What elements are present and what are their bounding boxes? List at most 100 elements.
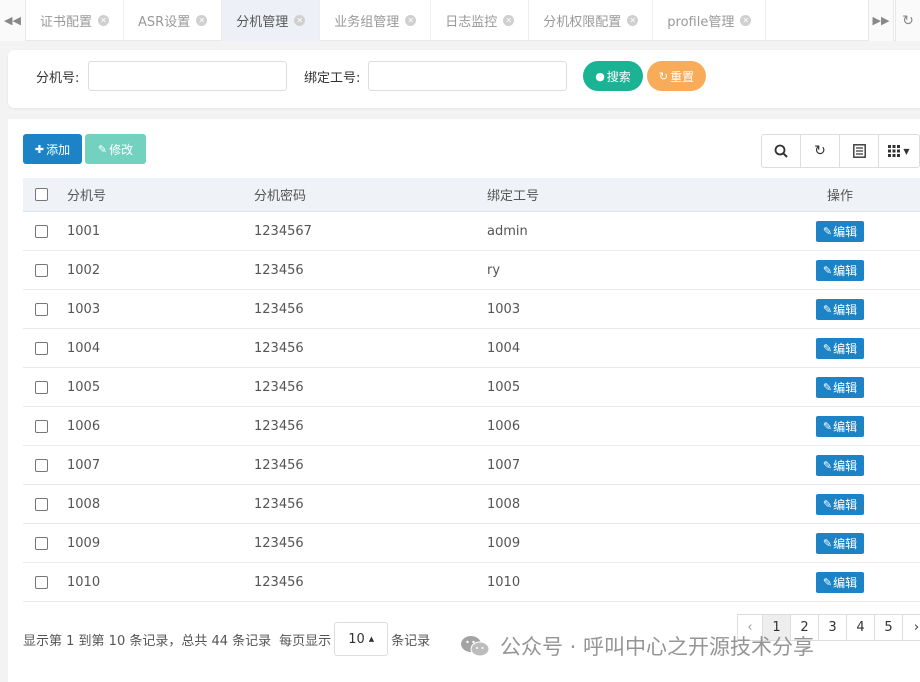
row-edit-button[interactable]: ✎ 编辑 [816,220,864,242]
tab-item[interactable]: 业务组管理 ✕ [320,0,432,41]
table-body: 1001 1234567 admin ✎ 编辑 1002 123456 ry ✎ 编辑 1003 12… [23,212,920,602]
row-checkbox[interactable] [35,302,48,316]
column-header-password[interactable]: 分机密码 [251,185,485,204]
row-checkbox[interactable] [35,224,48,238]
table-row: 1008 123456 1008 ✎ 编辑 [23,485,920,524]
select-all-checkbox[interactable] [35,188,48,201]
pagination-info: 显示第 1 到第 10 条记录，总共 44 条记录 每页显示 10 ▲ 条记录 [23,622,430,656]
column-header-extension[interactable]: 分机号 [60,185,251,204]
close-icon[interactable]: ✕ [503,15,515,26]
edit-icon: ✎ [822,536,833,550]
tab-item[interactable]: 分机管理 ✕ [222,0,321,41]
row-edit-button[interactable]: ✎ 编辑 [816,493,864,515]
extension-input[interactable] [88,61,287,91]
row-edit-label: 编辑 [833,497,858,512]
search-button-label: 搜索 [606,69,631,84]
row-edit-button[interactable]: ✎ 编辑 [816,259,864,281]
search-button[interactable]: ● 搜索 [583,61,643,91]
cell-extension: 1006 [67,418,101,434]
row-checkbox[interactable] [35,380,48,394]
column-header-actions: 操作 [826,189,853,204]
cell-agent: 1007 [487,457,521,473]
cell-agent: ry [487,262,501,278]
close-icon[interactable]: ✕ [294,15,306,26]
tab-item[interactable]: 分机权限配置 ✕ [529,0,654,41]
search-icon: ● [595,69,605,83]
row-edit-button[interactable]: ✎ 编辑 [816,571,864,593]
page-number-button[interactable]: 3 [818,614,847,641]
refresh-table-button[interactable]: ↻ [801,135,840,167]
tab-item[interactable]: 日志监控 ✕ [431,0,530,41]
row-edit-label: 编辑 [833,458,858,473]
row-checkbox[interactable] [35,458,48,472]
tab-scroll-right-button[interactable]: ▶▶ [868,0,894,41]
row-edit-button[interactable]: ✎ 编辑 [816,376,864,398]
table-row: 1003 123456 1003 ✎ 编辑 [23,290,920,329]
cell-extension: 1010 [67,574,101,590]
agent-id-input[interactable] [368,61,567,91]
row-checkbox[interactable] [35,419,48,433]
cell-password: 123456 [254,535,304,551]
row-edit-label: 编辑 [833,263,858,278]
add-button[interactable]: ✚ 添加 [23,134,82,164]
row-edit-label: 编辑 [833,575,858,590]
row-edit-button[interactable]: ✎ 编辑 [816,454,864,476]
tab-item[interactable]: ASR设置 ✕ [124,0,223,41]
per-page-suffix: 条记录 [391,633,431,649]
close-icon[interactable]: ✕ [196,15,208,26]
cell-password: 123456 [254,340,304,356]
row-checkbox[interactable] [35,263,48,277]
cell-extension: 1001 [67,223,101,239]
tab-label: profile管理 [667,15,735,30]
modify-button[interactable]: ✎ 修改 [85,134,146,164]
row-edit-button[interactable]: ✎ 编辑 [816,337,864,359]
close-icon[interactable]: ✕ [627,15,639,26]
cell-extension: 1004 [67,340,101,356]
row-checkbox[interactable] [35,536,48,550]
cell-agent: 1003 [487,301,521,317]
cell-password: 123456 [254,457,304,473]
row-checkbox[interactable] [35,497,48,511]
cell-agent: 1009 [487,535,521,551]
refresh-icon: ↻ [902,12,914,29]
cell-password: 123456 [254,496,304,512]
row-checkbox[interactable] [35,341,48,355]
cell-extension: 1002 [67,262,101,278]
watermark: 公众号 · 呼叫中心之开源技术分享 [460,631,814,661]
page-number-button[interactable]: 5 [874,614,903,641]
table-row: 1009 123456 1009 ✎ 编辑 [23,524,920,563]
close-icon[interactable]: ✕ [405,15,417,26]
tab-scroll-left-button[interactable]: ◀◀ [0,0,26,41]
tab-list: 证书配置 ✕ ASR设置 ✕ 分机管理 ✕ 业务组管理 ✕ 日志监控 ✕ 分机权限配置 ✕ profil… [26,0,767,41]
cell-extension: 1003 [67,301,101,317]
page-size-select[interactable]: 10 ▲ [334,622,389,656]
row-edit-button[interactable]: ✎ 编辑 [816,532,864,554]
row-edit-button[interactable]: ✎ 编辑 [816,298,864,320]
row-edit-label: 编辑 [833,302,858,317]
edit-icon: ✎ [822,458,833,472]
tab-item[interactable]: 证书配置 ✕ [26,0,125,41]
column-header-agent[interactable]: 绑定工号 [485,185,765,204]
cell-extension: 1005 [67,379,101,395]
cell-agent: 1010 [487,574,521,590]
refresh-icon: ↻ [658,69,669,83]
search-icon [774,144,788,158]
edit-icon: ✎ [822,302,833,316]
table-row: 1006 123456 1006 ✎ 编辑 [23,407,920,446]
add-button-label: 添加 [46,142,71,157]
page-number-button[interactable]: 4 [846,614,875,641]
reset-button[interactable]: ↻ 重置 [647,61,706,91]
cell-password: 123456 [254,574,304,590]
tab-item[interactable]: profile管理 ✕ [653,0,767,41]
table-row: 1001 1234567 admin ✎ 编辑 [23,212,920,251]
toggle-search-button[interactable] [762,135,801,167]
close-icon[interactable]: ✕ [740,15,752,26]
page-next-button[interactable]: › [902,614,920,641]
close-icon[interactable]: ✕ [98,15,110,26]
edit-icon: ✎ [822,575,833,589]
columns-dropdown-button[interactable]: ▼ [879,135,919,167]
refresh-tab-button[interactable]: ↻ [895,0,920,41]
row-checkbox[interactable] [35,575,48,589]
toggle-view-button[interactable] [840,135,879,167]
row-edit-button[interactable]: ✎ 编辑 [816,415,864,437]
